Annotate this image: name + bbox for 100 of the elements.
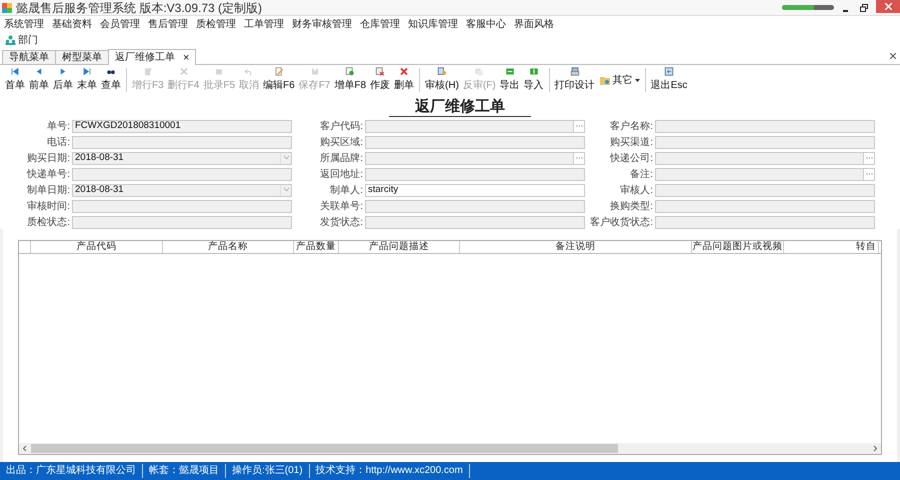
column-header: 产品数量 [294, 241, 339, 253]
restore-icon[interactable] [860, 4, 868, 12]
toolbar-icon [663, 67, 676, 76]
window-title: 懿晟售后服务管理系统 版本:V3.09.73 (定制版) [16, 0, 262, 16]
ellipsis-icon[interactable] [573, 153, 584, 164]
input-field[interactable] [655, 168, 875, 181]
field-label: 制单人: [329, 184, 364, 198]
input-field[interactable] [655, 136, 875, 149]
menu-item[interactable]: 界面风格 [514, 16, 554, 32]
field-label: 所属品牌: [319, 152, 364, 166]
field-label: 快递公司: [608, 152, 654, 166]
menu-item[interactable]: 客服中心 [466, 16, 506, 32]
toolbar-icon [178, 67, 190, 76]
close-button[interactable] [876, 0, 900, 13]
ellipsis-icon[interactable] [863, 169, 874, 180]
close-icon[interactable] [890, 53, 896, 59]
input-field[interactable] [365, 200, 585, 213]
column-header: 产品问题描述 [339, 241, 460, 253]
field-label: 客户名称: [609, 120, 654, 134]
input-field[interactable]: 2018-08-31 [72, 184, 292, 197]
toolbar-button[interactable]: 打印设计 [552, 67, 597, 93]
toolbar-button[interactable]: 作废 [368, 67, 392, 93]
app-icon [2, 2, 12, 12]
toolbar-button[interactable]: 审核(H) [423, 67, 461, 93]
input-field[interactable] [72, 168, 292, 181]
toolbar-button[interactable]: 导入 [522, 67, 546, 93]
toolbar-button[interactable]: 删单 [392, 67, 416, 93]
toolbar-button[interactable]: 增单F8 [332, 67, 368, 93]
input-field[interactable] [655, 184, 875, 197]
scrollbar-thumb[interactable] [31, 444, 618, 453]
close-tab-button[interactable]: × [183, 52, 190, 62]
menu-item[interactable]: 会员管理 [100, 16, 140, 32]
dropdown-icon[interactable] [280, 185, 291, 196]
toolbar-button[interactable]: 查单 [99, 67, 123, 93]
ellipsis-icon[interactable] [573, 121, 584, 132]
field-label: 快递单号: [26, 168, 71, 182]
toolbar-icon [568, 67, 581, 76]
tab[interactable]: 返厂维修工单 × [108, 49, 196, 65]
tab[interactable]: 树型菜单 [55, 50, 109, 64]
status-text: 帐套：懿晟项目 [143, 464, 226, 478]
field-label: 购买渠道: [609, 136, 654, 150]
toolbar-icon [504, 67, 516, 76]
input-field[interactable] [365, 152, 585, 165]
menu-item[interactable]: 财务审核管理 [292, 16, 352, 32]
toolbar-icon [344, 67, 356, 76]
input-field[interactable] [365, 216, 585, 229]
input-field[interactable] [365, 136, 585, 149]
column-header: 备注说明 [460, 241, 692, 253]
input-field[interactable]: 2018-08-31 [72, 152, 292, 165]
field-label: 购买日期: [26, 152, 71, 166]
field-label: 发货状态: [319, 216, 364, 230]
status-text: 技术支持：http://www.xc200.com [310, 464, 470, 478]
form-title: 返厂维修工单 [389, 98, 531, 117]
column-header: 产品名称 [163, 241, 294, 253]
input-field[interactable] [365, 168, 585, 181]
toolbar-button[interactable]: 首单 [3, 67, 27, 93]
tab[interactable]: 导航菜单 [2, 50, 56, 64]
field-label: 换购类型: [609, 200, 654, 214]
menu-item[interactable]: 售后管理 [148, 16, 188, 32]
menu-item[interactable]: 基础资料 [52, 16, 92, 32]
toolbar-button[interactable]: 退出Esc [648, 67, 690, 93]
toolbar-button[interactable]: 编辑F6 [261, 67, 297, 93]
input-field[interactable] [655, 200, 875, 213]
input-field[interactable]: starcity [365, 184, 585, 197]
field-label: 制单日期: [26, 184, 71, 198]
menu-item[interactable]: 工单管理 [244, 16, 284, 32]
input-field[interactable] [72, 136, 292, 149]
department-link[interactable]: 部门 [18, 32, 38, 48]
toolbar-button[interactable]: 前单 [27, 67, 51, 93]
column-header: 转自 [784, 241, 879, 253]
input-field[interactable] [72, 200, 292, 213]
caret-icon [634, 78, 640, 82]
toolbar-icon [374, 67, 386, 76]
menu-item[interactable]: 知识库管理 [408, 16, 458, 32]
column-header: 产品问题图片或视频 [692, 241, 784, 253]
toolbar-icon [436, 67, 448, 76]
input-field[interactable] [655, 152, 875, 165]
menu-item[interactable]: 仓库管理 [360, 16, 400, 32]
toolbar-button[interactable]: 后单 [51, 67, 75, 93]
dropdown-icon[interactable] [280, 153, 291, 164]
toolbar-button[interactable]: 导出 [498, 67, 522, 93]
toolbar-button[interactable]: 其它 [596, 68, 642, 92]
input-field[interactable] [655, 120, 875, 133]
ellipsis-icon[interactable] [863, 153, 874, 164]
status-text: 操作员:张三(01) [226, 464, 310, 478]
input-field[interactable] [655, 216, 875, 229]
input-field[interactable] [365, 120, 585, 133]
field-label: 返回地址: [319, 168, 364, 182]
field-label: 审核时间: [26, 200, 71, 214]
toolbar-button[interactable]: 末单 [75, 67, 99, 93]
input-field[interactable] [72, 216, 292, 229]
field-label: 客户代码: [319, 120, 364, 134]
toolbar-icon [473, 67, 486, 76]
input-field[interactable]: FCWXGD201808310001 [72, 120, 292, 133]
toolbar-icon [81, 67, 93, 76]
toolbar-icon [598, 74, 611, 86]
field-label: 客户收货状态: [589, 216, 654, 230]
menu-item[interactable]: 系统管理 [4, 16, 44, 32]
menu-item[interactable]: 质检管理 [196, 16, 236, 32]
field-label: 电话: [46, 136, 71, 150]
